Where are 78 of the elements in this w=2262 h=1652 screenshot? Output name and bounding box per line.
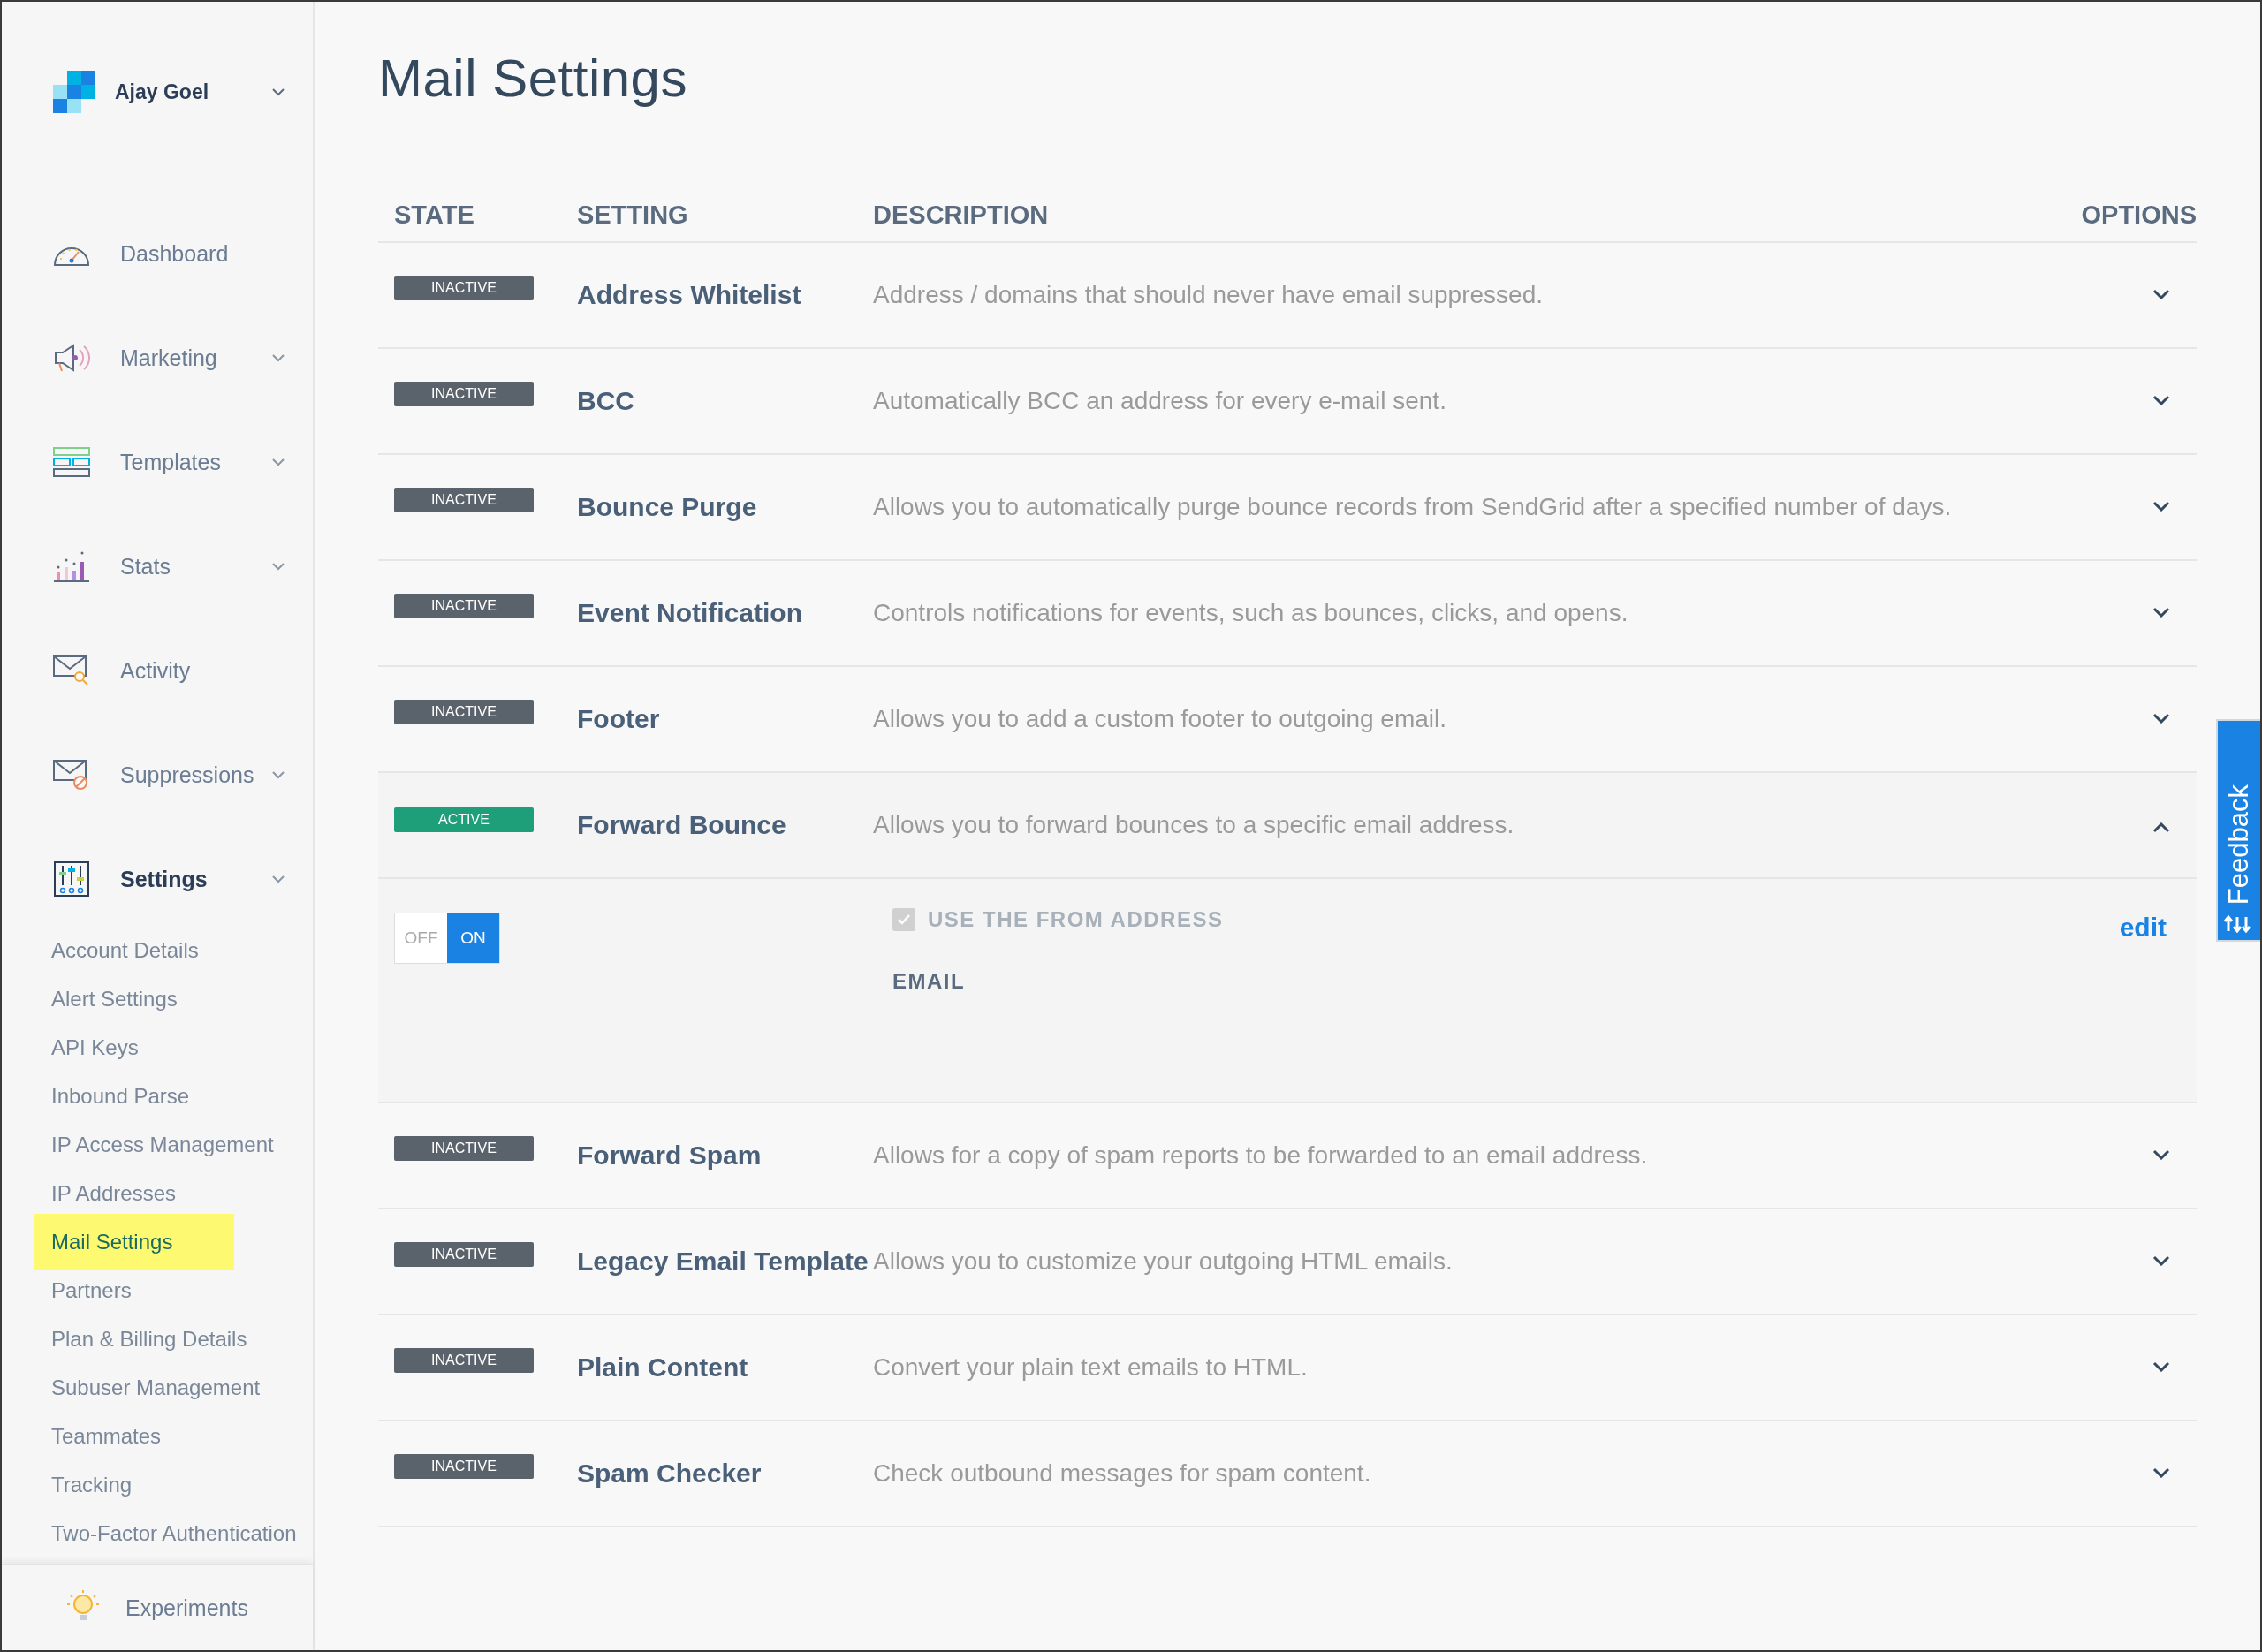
experiments-link[interactable]: Experiments [125,1595,248,1621]
status-badge: INACTIVE [394,1348,534,1373]
chevron-down-icon [272,562,285,571]
page-title: Mail Settings [378,48,688,109]
nav-item[interactable]: Activity [2,618,313,723]
sliders-icon [51,861,92,897]
setting-description: Allows you to customize your outgoing HTML emails. [873,1247,1454,1276]
submenu-item[interactable]: Mail Settings [34,1214,235,1270]
submenu-item[interactable]: IP Access Management [34,1120,292,1169]
submenu-item[interactable]: Inbound Parse [34,1072,208,1120]
chevron-down-icon[interactable] [2152,501,2170,512]
chevron-up-icon[interactable] [2152,822,2170,833]
status-badge: ACTIVE [394,807,534,832]
setting-description: Allows you to automatically purge bounce records from SendGrid after a specified number of days. [873,493,1953,521]
setting-description: Allows for a copy of spam reports to be forwarded to an email address. [873,1141,1649,1170]
status-badge: INACTIVE [394,594,534,618]
checkbox-label: USE THE FROM ADDRESS [928,907,1224,932]
chevron-down-icon[interactable] [2152,1467,2170,1478]
setting-name: Event Notification [577,598,803,628]
chevron-down-icon [272,770,285,779]
chevron-down-icon [272,875,285,883]
setting-name: Legacy Email Template [577,1247,869,1277]
chevron-down-icon[interactable] [2152,395,2170,405]
bar-chart-icon [51,549,92,583]
chevron-down-icon [272,353,285,362]
edit-link[interactable]: edit [2119,913,2167,943]
submenu-item[interactable]: Teammates [34,1412,179,1460]
column-header: DESCRIPTION [873,200,1050,230]
nav-item[interactable]: Marketing [2,306,313,410]
chevron-down-icon[interactable] [2152,1361,2170,1372]
chevron-down-icon[interactable] [2152,607,2170,618]
setting-name: Spam Checker [577,1459,763,1489]
chevron-down-icon[interactable] [272,87,285,96]
chevron-down-icon[interactable] [2152,289,2170,299]
column-header: STATE [393,200,475,230]
on-off-toggle[interactable]: OFF ON [394,913,500,964]
setting-description: Controls notifications for events, such as bounces, clicks, and opens. [873,599,1629,627]
submenu-item[interactable]: Two-Factor Authentication [34,1509,315,1557]
nav-item[interactable]: Stats [2,514,313,618]
templates-icon [51,446,92,478]
submenu-item[interactable]: Alert Settings [34,974,195,1023]
status-badge: INACTIVE [394,488,534,512]
chevron-down-icon[interactable] [2152,1149,2170,1160]
setting-name: Bounce Purge [577,492,758,522]
setting-name: Plain Content [577,1353,749,1383]
status-badge: INACTIVE [394,1242,534,1267]
column-header: OPTIONS [2080,200,2197,230]
nav-item[interactable]: Dashboard [2,201,313,306]
nav-item[interactable]: Templates [2,410,313,514]
setting-name: Address Whitelist [577,280,802,310]
status-badge: INACTIVE [394,382,534,406]
feedback-tab[interactable]: Feedback [2216,719,2260,942]
setting-description: Convert your plain text emails to HTML. [873,1353,1309,1382]
account-name[interactable]: Ajay Goel [115,80,272,104]
nav-item[interactable]: Suppressions [2,723,313,827]
setting-description: Allows you to add a custom footer to outgoing email. [873,705,1448,733]
setting-name: Footer [577,704,661,734]
chevron-down-icon[interactable] [2152,713,2170,724]
logo-icon [53,71,95,113]
chevron-down-icon [272,458,285,466]
chevron-down-icon[interactable] [2152,1255,2170,1266]
column-header: SETTING [577,200,689,230]
status-badge: INACTIVE [394,1136,534,1161]
submenu-item[interactable]: API Keys [34,1023,156,1072]
setting-name: Forward Spam [577,1140,763,1171]
submenu-item[interactable]: Plan & Billing Details [34,1315,265,1363]
submenu-item[interactable]: Tracking [34,1460,150,1509]
submenu-item[interactable]: Subuser Management [34,1363,278,1412]
status-badge: INACTIVE [394,276,534,300]
field-label: EMAIL [892,969,967,994]
setting-description: Address / domains that should never have email suppressed. [873,281,1544,309]
setting-name: BCC [577,386,635,416]
setting-name: Forward Bounce [577,810,787,840]
setting-description: Allows you to forward bounces to a specific email address. [873,811,1515,839]
status-badge: INACTIVE [394,1454,534,1479]
setting-description: Check outbound messages for spam content. [873,1459,1372,1488]
setting-description: Automatically BCC an address for every e-mail sent. [873,387,1447,415]
status-badge: INACTIVE [394,700,534,724]
